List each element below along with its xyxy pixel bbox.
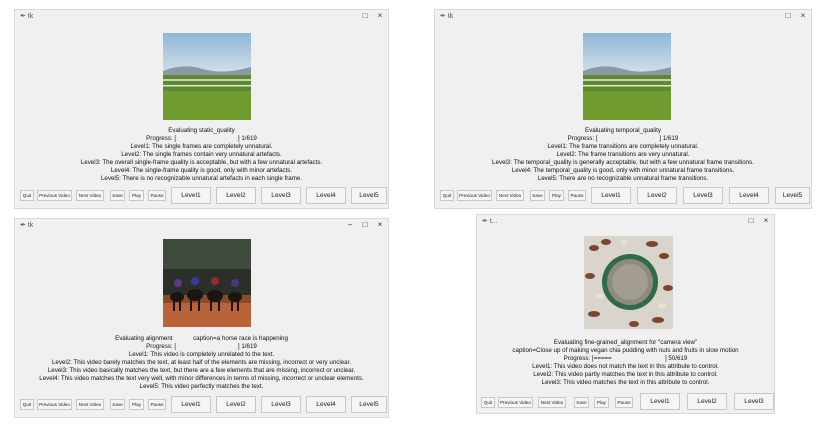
window-title: tk <box>27 13 34 20</box>
quit-button[interactable]: Quit <box>440 190 454 201</box>
level-description: Level3: This video matches the text in t… <box>541 379 710 386</box>
pause-button[interactable]: Pause <box>148 190 166 201</box>
next-video-button[interactable]: Next Video <box>496 190 524 201</box>
level1-button[interactable]: Level1 <box>171 396 211 413</box>
level-description: Level5: There are no recognizable unnatu… <box>537 175 709 182</box>
save-button[interactable]: Save <box>530 190 545 201</box>
pause-button[interactable]: Pause <box>615 397 633 408</box>
level-description: Level2: The frame transitions are very u… <box>556 151 690 158</box>
level1-button[interactable]: Level1 <box>640 393 680 410</box>
level5-button[interactable]: Level5 <box>775 187 810 204</box>
level1-button[interactable]: Level1 <box>591 187 631 204</box>
feather-icon: ✒ tk <box>20 13 34 20</box>
level-description: Level4: The temporal_quality is good, on… <box>511 167 735 174</box>
level-description: Level3: This video basically matches the… <box>47 367 356 374</box>
level2-button[interactable]: Level2 <box>637 187 677 204</box>
title-bar[interactable]: ✒ tk □ × <box>435 10 811 24</box>
level-description: Level2: The single frames contain very u… <box>121 151 282 158</box>
close-button[interactable]: × <box>760 216 772 225</box>
previous-video-button[interactable]: Previous Video <box>37 399 72 410</box>
title-bar[interactable]: ✒ tk □ × <box>15 10 388 24</box>
level-description: Level5: This video perfectly matches the… <box>139 383 264 390</box>
play-button[interactable]: Play <box>129 399 144 410</box>
window-title: t... <box>489 218 498 225</box>
close-button[interactable]: × <box>797 11 809 20</box>
video-frame <box>163 33 251 120</box>
video-frame <box>583 33 671 120</box>
maximize-button[interactable]: □ <box>745 216 757 225</box>
video-frame <box>584 236 673 329</box>
level4-button[interactable]: Level4 <box>729 187 769 204</box>
save-button[interactable]: Save <box>110 399 125 410</box>
level3-button[interactable]: Level3 <box>261 187 301 204</box>
level-description: Level1: This video does not match the te… <box>532 363 719 370</box>
level-description: Level1: This video is completely unrelat… <box>128 351 275 358</box>
previous-video-button[interactable]: Previous Video <box>498 397 533 408</box>
close-button[interactable]: × <box>374 11 386 20</box>
window-title: tk <box>27 222 34 229</box>
level3-button[interactable]: Level3 <box>683 187 723 204</box>
save-button[interactable]: Save <box>110 190 125 201</box>
level-description: Level2: This video barely matches the te… <box>51 359 352 366</box>
level-description: Level4: This video matches the text very… <box>39 375 364 382</box>
previous-video-button[interactable]: Previous Video <box>457 190 492 201</box>
progress-label: Progress: [ ] 1/619 <box>146 135 257 142</box>
window-alignment: ✒ tk – □ × Evaluating alignment caption=… <box>14 218 389 418</box>
level-description: Level3: The overall single-frame quality… <box>80 159 323 166</box>
title-bar[interactable]: ✒ t... □ × <box>477 215 774 229</box>
caption-label: caption=Close up of making vegan chia pu… <box>512 347 739 354</box>
feather-icon: ✒ tk <box>440 13 454 20</box>
level5-button[interactable]: Level5 <box>351 187 387 204</box>
title-bar[interactable]: ✒ tk – □ × <box>15 219 388 233</box>
level-description: Level1: The single frames are completely… <box>130 143 273 150</box>
level2-button[interactable]: Level2 <box>216 396 256 413</box>
video-frame <box>163 239 251 327</box>
progress-label: Progress: [ ] 1/619 <box>567 135 679 142</box>
level-description: Level2: This video partly matches the te… <box>533 371 718 378</box>
level-description: Level5: There is no recognizable unnatur… <box>100 175 303 182</box>
previous-video-button[interactable]: Previous Video <box>37 190 72 201</box>
window-title: tk <box>447 13 454 20</box>
maximize-button[interactable]: □ <box>782 11 794 20</box>
level2-button[interactable]: Level2 <box>216 187 256 204</box>
evaluation-label: Evaluating temporal_quality <box>584 127 661 134</box>
next-video-button[interactable]: Next Video <box>76 190 104 201</box>
level2-button[interactable]: Level2 <box>687 393 727 410</box>
maximize-button[interactable]: □ <box>359 220 371 229</box>
next-video-button[interactable]: Next Video <box>538 397 566 408</box>
feather-icon: ✒ t... <box>482 218 498 225</box>
evaluation-label: Evaluating fine-grained_alignment for "c… <box>553 339 698 346</box>
level3-button[interactable]: Level3 <box>261 396 301 413</box>
level4-button[interactable]: Level4 <box>306 187 346 204</box>
progress-label: Progress: [ ] 1/619 <box>146 343 257 350</box>
play-button[interactable]: Play <box>594 397 609 408</box>
maximize-button[interactable]: □ <box>359 11 371 20</box>
quit-button[interactable]: Quit <box>481 397 495 408</box>
quit-button[interactable]: Quit <box>20 399 34 410</box>
feather-icon: ✒ tk <box>20 222 34 229</box>
window-static-quality: ✒ tk □ × Evaluating static_quality Progr… <box>14 9 389 209</box>
level-description: Level4: The single-frame quality is good… <box>110 167 293 174</box>
save-button[interactable]: Save <box>574 397 589 408</box>
play-button[interactable]: Play <box>549 190 564 201</box>
window-fine-grained-alignment: ✒ t... □ × Evaluating fine-grained_align… <box>476 214 775 414</box>
quit-button[interactable]: Quit <box>20 190 34 201</box>
level4-button[interactable]: Level4 <box>306 396 346 413</box>
window-temporal-quality: ✒ tk □ × Evaluating temporal_quality Pro… <box>434 9 812 209</box>
level1-button[interactable]: Level1 <box>171 187 211 204</box>
close-button[interactable]: × <box>374 220 386 229</box>
level5-button[interactable]: Level5 <box>351 396 387 413</box>
level-description: Level1: The frame transitions are comple… <box>547 143 699 150</box>
progress-label: Progress: [===== ] 50/619 <box>563 355 688 362</box>
evaluation-label: Evaluating alignment caption=a horse rac… <box>115 335 288 342</box>
level3-button[interactable]: Level3 <box>734 393 774 410</box>
play-button[interactable]: Play <box>129 190 144 201</box>
evaluation-label: Evaluating static_quality <box>168 127 235 134</box>
minimize-button[interactable]: – <box>344 220 356 229</box>
pause-button[interactable]: Pause <box>568 190 586 201</box>
next-video-button[interactable]: Next Video <box>76 399 104 410</box>
pause-button[interactable]: Pause <box>148 399 166 410</box>
level-description: Level3: The temporal_quality is generall… <box>492 159 754 166</box>
